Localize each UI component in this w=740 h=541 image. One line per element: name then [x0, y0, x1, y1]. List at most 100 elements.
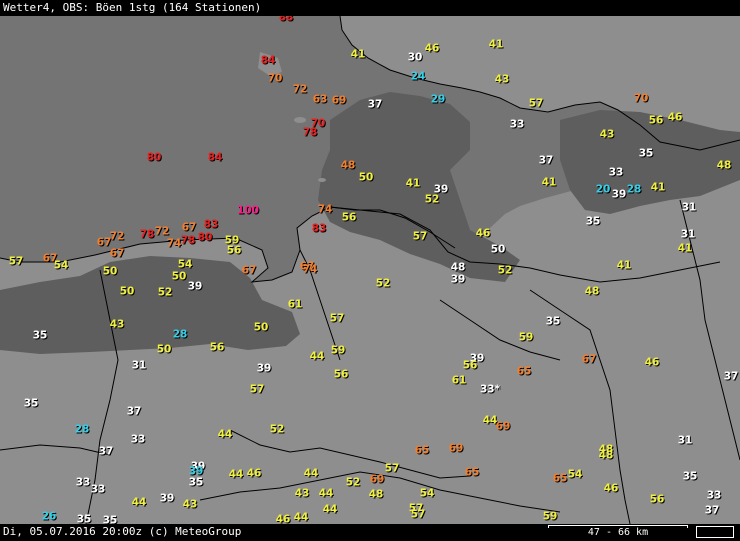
- station-value: 31: [680, 228, 696, 241]
- station-value: 70: [267, 72, 283, 85]
- station-value: 44: [322, 503, 338, 516]
- station-value: 72: [292, 83, 308, 96]
- station-value: 29: [430, 93, 446, 106]
- station-value: 57: [528, 97, 544, 110]
- station-value: 52: [269, 423, 285, 436]
- station-value: 61: [451, 374, 467, 387]
- station-value: 59: [518, 331, 534, 344]
- station-value: 28: [74, 423, 90, 436]
- weather-map-window: Wetter4, OBS: Böen 1stg (164 Stationen): [0, 0, 740, 540]
- station-value: 37: [98, 445, 114, 458]
- station-value: 46: [644, 356, 660, 369]
- station-value: 78: [302, 126, 318, 139]
- station-value: 35: [188, 476, 204, 489]
- station-value: 56: [226, 244, 242, 257]
- station-value: 33*: [479, 383, 501, 396]
- station-value: 57: [249, 383, 265, 396]
- station-value: 57: [384, 462, 400, 475]
- station-value: 39: [159, 492, 175, 505]
- station-value: 56: [649, 493, 665, 506]
- map-title: Wetter4, OBS: Böen 1stg (164 Stationen): [0, 0, 740, 16]
- station-value: 74: [317, 203, 333, 216]
- station-value: 37: [538, 154, 554, 167]
- station-value: 57: [412, 230, 428, 243]
- station-value: 72: [109, 230, 125, 243]
- station-value: 61: [287, 298, 303, 311]
- station-value: 69: [448, 442, 464, 455]
- station-value: 56: [648, 114, 664, 127]
- station-value: 50: [171, 270, 187, 283]
- station-value: 74: [166, 237, 182, 250]
- station-value: 78: [180, 234, 196, 247]
- station-value: 50: [253, 321, 269, 334]
- station-value: 48: [340, 159, 356, 172]
- map-area[interactable]: 88 41 46 41 30 84 70 24 43 72 63 69 37 29 57 70 70 78 33 43…: [0, 16, 740, 524]
- station-value: 46: [667, 111, 683, 124]
- station-value: 41: [650, 181, 666, 194]
- station-value: 67: [181, 221, 197, 234]
- station-value: 57: [410, 508, 426, 521]
- station-value: 57: [8, 255, 24, 268]
- station-value: 35: [638, 147, 654, 160]
- station-value: 33: [75, 476, 91, 489]
- station-value: 65: [464, 466, 480, 479]
- station-value: 50: [102, 265, 118, 278]
- station-value: 37: [126, 405, 142, 418]
- station-value: 39: [187, 280, 203, 293]
- station-value: 20: [595, 183, 611, 196]
- station-value: 46: [603, 482, 619, 495]
- station-value: 44: [309, 350, 325, 363]
- station-value: 78: [139, 228, 155, 241]
- scale-bar: 47 - 66 km: [548, 524, 688, 540]
- station-value: 31: [677, 434, 693, 447]
- station-value: 44: [318, 487, 334, 500]
- station-value: 33: [130, 433, 146, 446]
- station-value: 72: [154, 225, 170, 238]
- station-value: 37: [704, 504, 720, 517]
- station-value: 48: [716, 159, 732, 172]
- station-value: 41: [616, 259, 632, 272]
- station-value: 39: [256, 362, 272, 375]
- scale-box: [696, 526, 734, 538]
- station-value: 35: [585, 215, 601, 228]
- station-value: 74: [302, 263, 318, 276]
- station-value: 41: [488, 38, 504, 51]
- scale-label: 47 - 66 km: [587, 527, 649, 538]
- station-value: 83: [203, 218, 219, 231]
- station-value: 69: [369, 473, 385, 486]
- station-value: 65: [552, 472, 568, 485]
- station-value: 35: [682, 470, 698, 483]
- station-value: 57: [329, 312, 345, 325]
- station-value: 35: [545, 315, 561, 328]
- station-value: 44: [131, 496, 147, 509]
- station-value: 28: [172, 328, 188, 341]
- station-value: 44: [228, 468, 244, 481]
- station-value: 35: [32, 329, 48, 342]
- station-value: 54: [177, 258, 193, 271]
- station-value: 41: [405, 177, 421, 190]
- datetime-copyright: Di, 05.07.2016 20:00z (c) MeteoGroup: [3, 525, 242, 538]
- station-value: 39: [450, 273, 466, 286]
- station-value: 52: [497, 264, 513, 277]
- station-value: 56: [209, 341, 225, 354]
- station-value: 65: [414, 444, 430, 457]
- station-value: 54: [419, 487, 435, 500]
- station-value: 44: [303, 467, 319, 480]
- station-value: 59: [330, 344, 346, 357]
- station-value: 46: [424, 42, 440, 55]
- station-value: 50: [119, 285, 135, 298]
- station-value: 67: [109, 247, 125, 260]
- station-value: 41: [541, 176, 557, 189]
- station-value: 50: [490, 243, 506, 256]
- station-value: 52: [345, 476, 361, 489]
- station-value: 69: [331, 94, 347, 107]
- station-value: 48: [598, 449, 614, 462]
- station-value: 56: [462, 359, 478, 372]
- station-value: 54: [53, 259, 69, 272]
- station-value: 33: [90, 483, 106, 496]
- station-value: 33: [608, 166, 624, 179]
- station-value: 43: [294, 487, 310, 500]
- station-value: 46: [275, 513, 291, 524]
- station-value: 46: [246, 467, 262, 480]
- station-value: 48: [450, 261, 466, 274]
